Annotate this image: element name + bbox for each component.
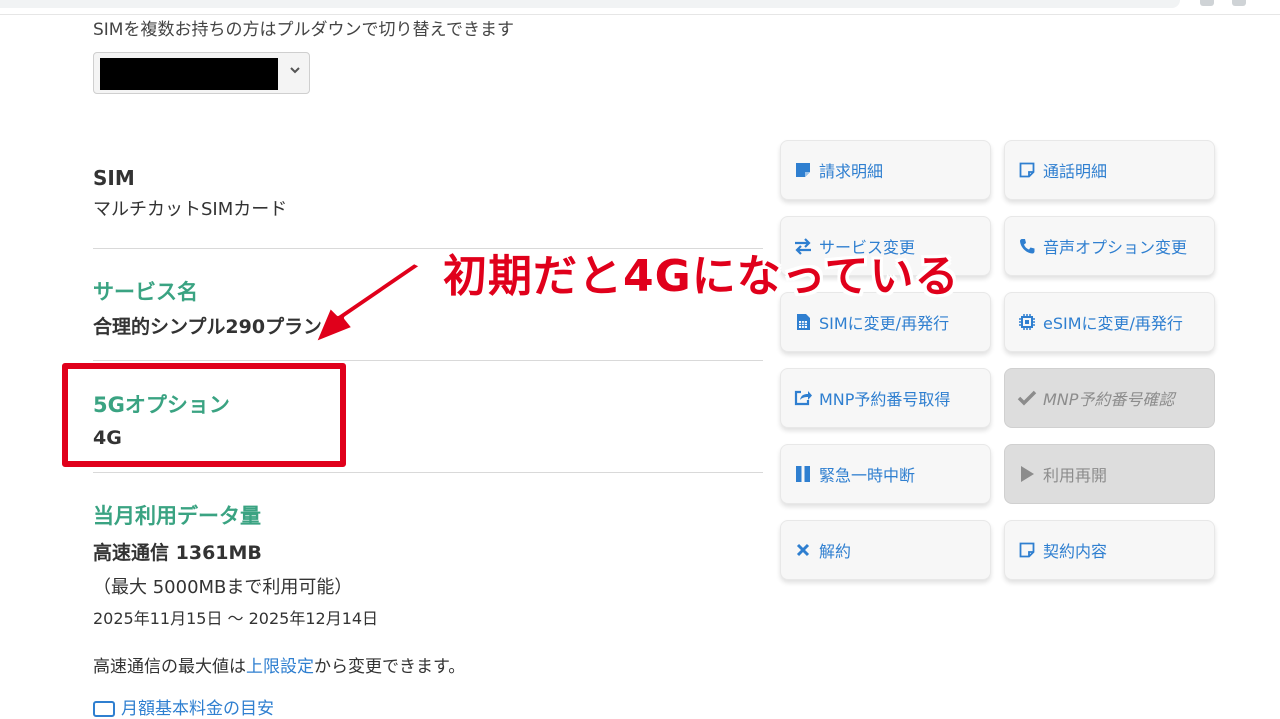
action-button-label: 緊急一時中断 bbox=[819, 466, 916, 485]
action-button-9[interactable]: 緊急一時中断 bbox=[780, 444, 991, 504]
share-icon bbox=[793, 388, 813, 408]
note-icon bbox=[1017, 160, 1037, 180]
service-section: サービス名 合理的シンプル290プラン bbox=[93, 276, 322, 339]
sim-section: SIM マルチカットSIMカード bbox=[93, 166, 287, 221]
cap-note-before: 高速通信の最大値は bbox=[93, 657, 246, 677]
sim-value: マルチカットSIMカード bbox=[93, 199, 288, 220]
sim-card-icon bbox=[793, 312, 813, 332]
phone-icon bbox=[1017, 236, 1037, 256]
note-icon bbox=[1017, 540, 1037, 560]
pause-icon bbox=[793, 464, 813, 484]
sim-switch-note: SIMを複数お持ちの方はプルダウンで切り替えできます bbox=[93, 20, 514, 40]
action-button-label: 利用再開 bbox=[1043, 466, 1108, 485]
document-icon bbox=[793, 160, 813, 180]
speed-prefix: 高速通信 bbox=[93, 542, 170, 564]
chevron-down-icon bbox=[289, 64, 301, 80]
action-button-label: SIMに変更/再発行 bbox=[819, 314, 950, 333]
action-button-label: MNP予約番号確認 bbox=[1043, 390, 1175, 409]
action-button-7[interactable]: MNP予約番号取得 bbox=[780, 368, 991, 428]
action-button-4[interactable]: 音声オプション変更 bbox=[1004, 216, 1215, 276]
arrow-annotation-icon bbox=[312, 260, 424, 346]
annotation-text: 初期だと4Gになっている bbox=[443, 251, 960, 302]
action-button-label: eSIMに変更/再発行 bbox=[1043, 314, 1183, 333]
action-button-label: MNP予約番号取得 bbox=[819, 390, 951, 409]
cap-note-after: から変更できます。 bbox=[314, 657, 466, 677]
action-button-label: 音声オプション変更 bbox=[1043, 238, 1188, 257]
sim-label: SIM bbox=[93, 166, 135, 190]
cap-note: 高速通信の最大値は上限設定から変更できます。 bbox=[93, 652, 465, 677]
monthly-fee-link[interactable]: 月額基本料金の目安 bbox=[93, 694, 274, 719]
action-button-label: 解約 bbox=[819, 542, 852, 561]
action-button-label: 契約内容 bbox=[1043, 542, 1108, 561]
action-button-2[interactable]: 通話明細 bbox=[1004, 140, 1215, 200]
action-button-12[interactable]: 契約内容 bbox=[1004, 520, 1215, 580]
calculator-icon bbox=[93, 701, 115, 717]
profile-icon[interactable] bbox=[1232, 0, 1246, 6]
usage-limit: （最大 5000MBまで利用可能） bbox=[93, 577, 353, 598]
action-button-1[interactable]: 請求明細 bbox=[780, 140, 991, 200]
close-icon bbox=[793, 540, 813, 560]
highlight-box bbox=[62, 363, 346, 467]
divider bbox=[93, 360, 763, 361]
redacted-sim-number bbox=[100, 58, 278, 90]
sim-select-dropdown[interactable] bbox=[93, 52, 310, 94]
usage-period: 2025年11月15日 〜 2025年12月14日 bbox=[93, 609, 379, 628]
extension-icon[interactable] bbox=[1200, 0, 1214, 6]
usage-amount: 1361MB bbox=[175, 542, 262, 564]
action-button-6[interactable]: eSIMに変更/再発行 bbox=[1004, 292, 1215, 352]
chip-icon bbox=[1017, 312, 1037, 332]
action-button-8: MNP予約番号確認 bbox=[1004, 368, 1215, 428]
divider bbox=[93, 472, 763, 473]
service-value: 合理的シンプル290プラン bbox=[93, 316, 323, 338]
service-label: サービス名 bbox=[93, 280, 198, 304]
cap-setting-link[interactable]: 上限設定 bbox=[246, 657, 314, 677]
browser-top-bar bbox=[0, 0, 1280, 15]
data-usage-label: 当月利用データ量 bbox=[93, 504, 261, 528]
action-button-label: 請求明細 bbox=[819, 162, 884, 181]
monthly-fee-link-label: 月額基本料金の目安 bbox=[121, 699, 274, 719]
check-icon bbox=[1017, 388, 1037, 408]
action-button-label: 通話明細 bbox=[1043, 162, 1108, 181]
play-icon bbox=[1017, 464, 1037, 484]
action-button-10: 利用再開 bbox=[1004, 444, 1215, 504]
data-usage-section: 当月利用データ量 高速通信 1361MB （最大 5000MBまで利用可能） 2… bbox=[93, 500, 378, 629]
address-bar[interactable] bbox=[0, 0, 1180, 8]
data-usage-amount-line: 高速通信 1361MB bbox=[93, 538, 378, 565]
action-button-11[interactable]: 解約 bbox=[780, 520, 991, 580]
